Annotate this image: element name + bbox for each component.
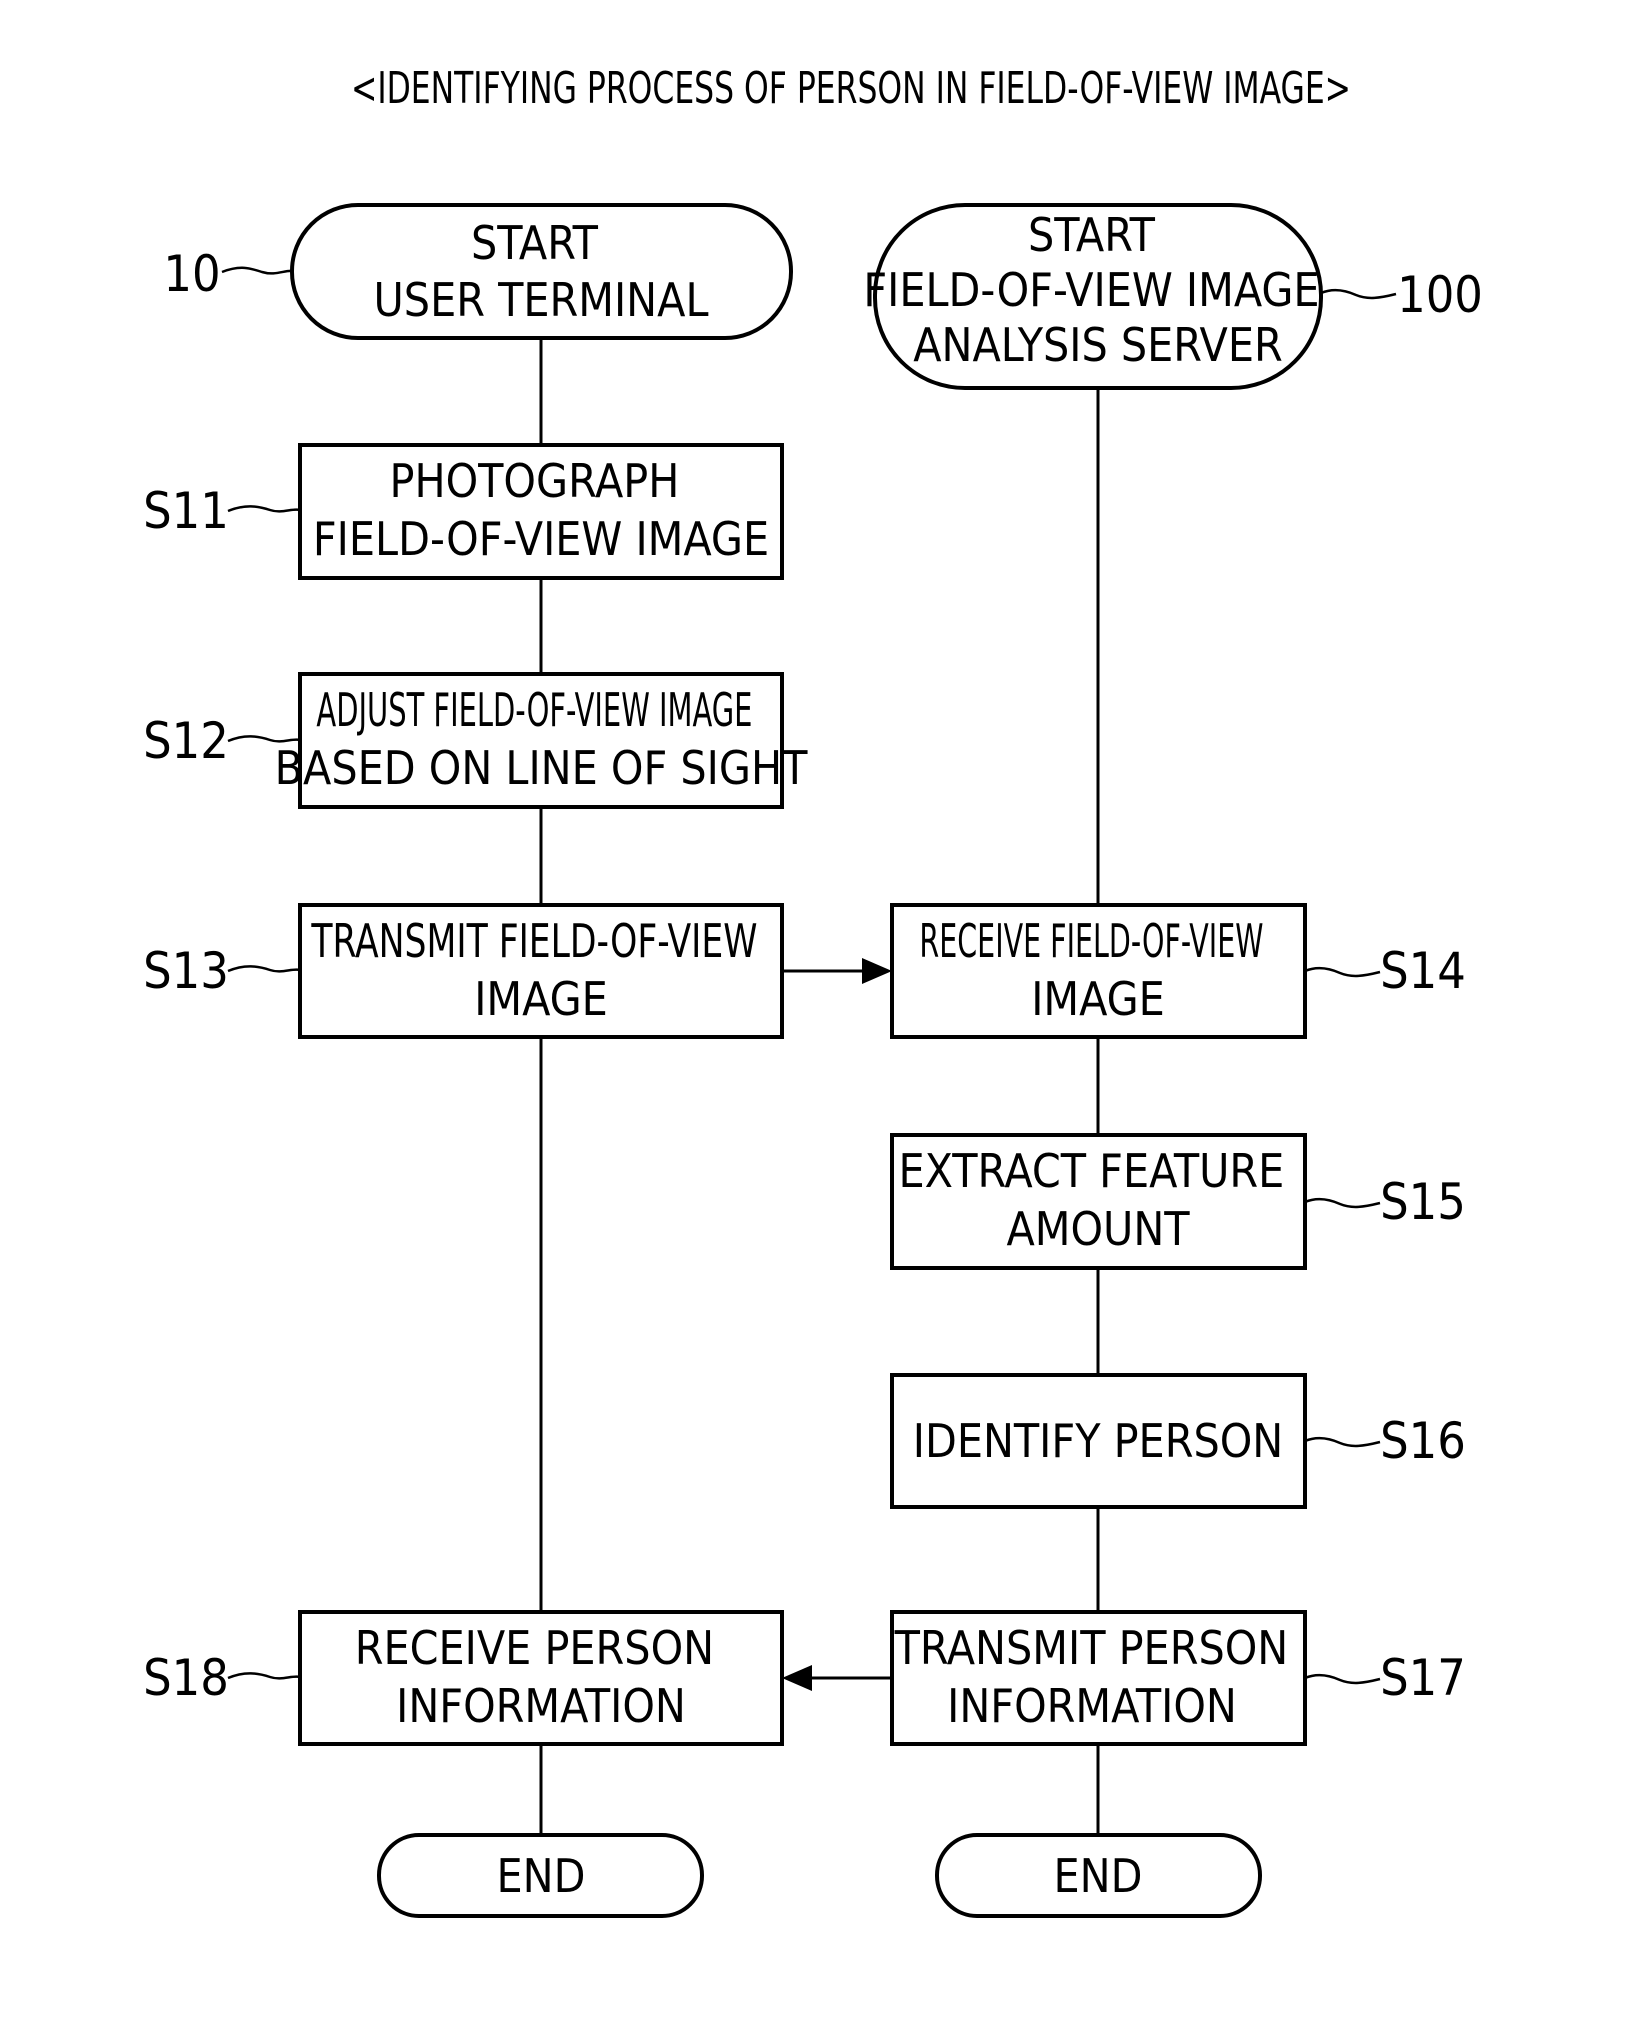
- leader-10: [221, 266, 293, 275]
- ref-s16: S16: [1380, 1412, 1466, 1470]
- ref-s17: S17: [1380, 1649, 1466, 1707]
- end-left-label: END: [497, 1849, 586, 1903]
- ref-s14: S14: [1380, 942, 1466, 1000]
- leader-s15: [1304, 1197, 1381, 1209]
- step-s16-label: IDENTIFY PERSON: [913, 1414, 1284, 1468]
- leader-s18: [227, 1672, 301, 1680]
- ref-s13: S13: [143, 942, 229, 1000]
- end-right-label: END: [1054, 1849, 1143, 1903]
- ref-10: 10: [163, 245, 220, 303]
- leader-s12: [227, 735, 301, 743]
- leader-s17: [1304, 1673, 1381, 1685]
- leader-s11: [227, 505, 301, 513]
- ref-s11: S11: [143, 482, 229, 540]
- leader-s13: [227, 965, 301, 973]
- ref-100: 100: [1397, 266, 1483, 324]
- leader-s14: [1304, 966, 1381, 978]
- ref-s12: S12: [143, 712, 229, 770]
- flowchart: <IDENTIFYING PROCESS OF PERSON IN FIELD-…: [143, 63, 1483, 1918]
- leader-s16: [1304, 1436, 1381, 1448]
- arrowhead-right-icon: [862, 958, 892, 984]
- ref-s18: S18: [143, 1649, 229, 1707]
- arrowhead-left-icon: [782, 1665, 812, 1691]
- ref-s15: S15: [1380, 1173, 1466, 1231]
- diagram-title: <IDENTIFYING PROCESS OF PERSON IN FIELD-…: [351, 63, 1351, 114]
